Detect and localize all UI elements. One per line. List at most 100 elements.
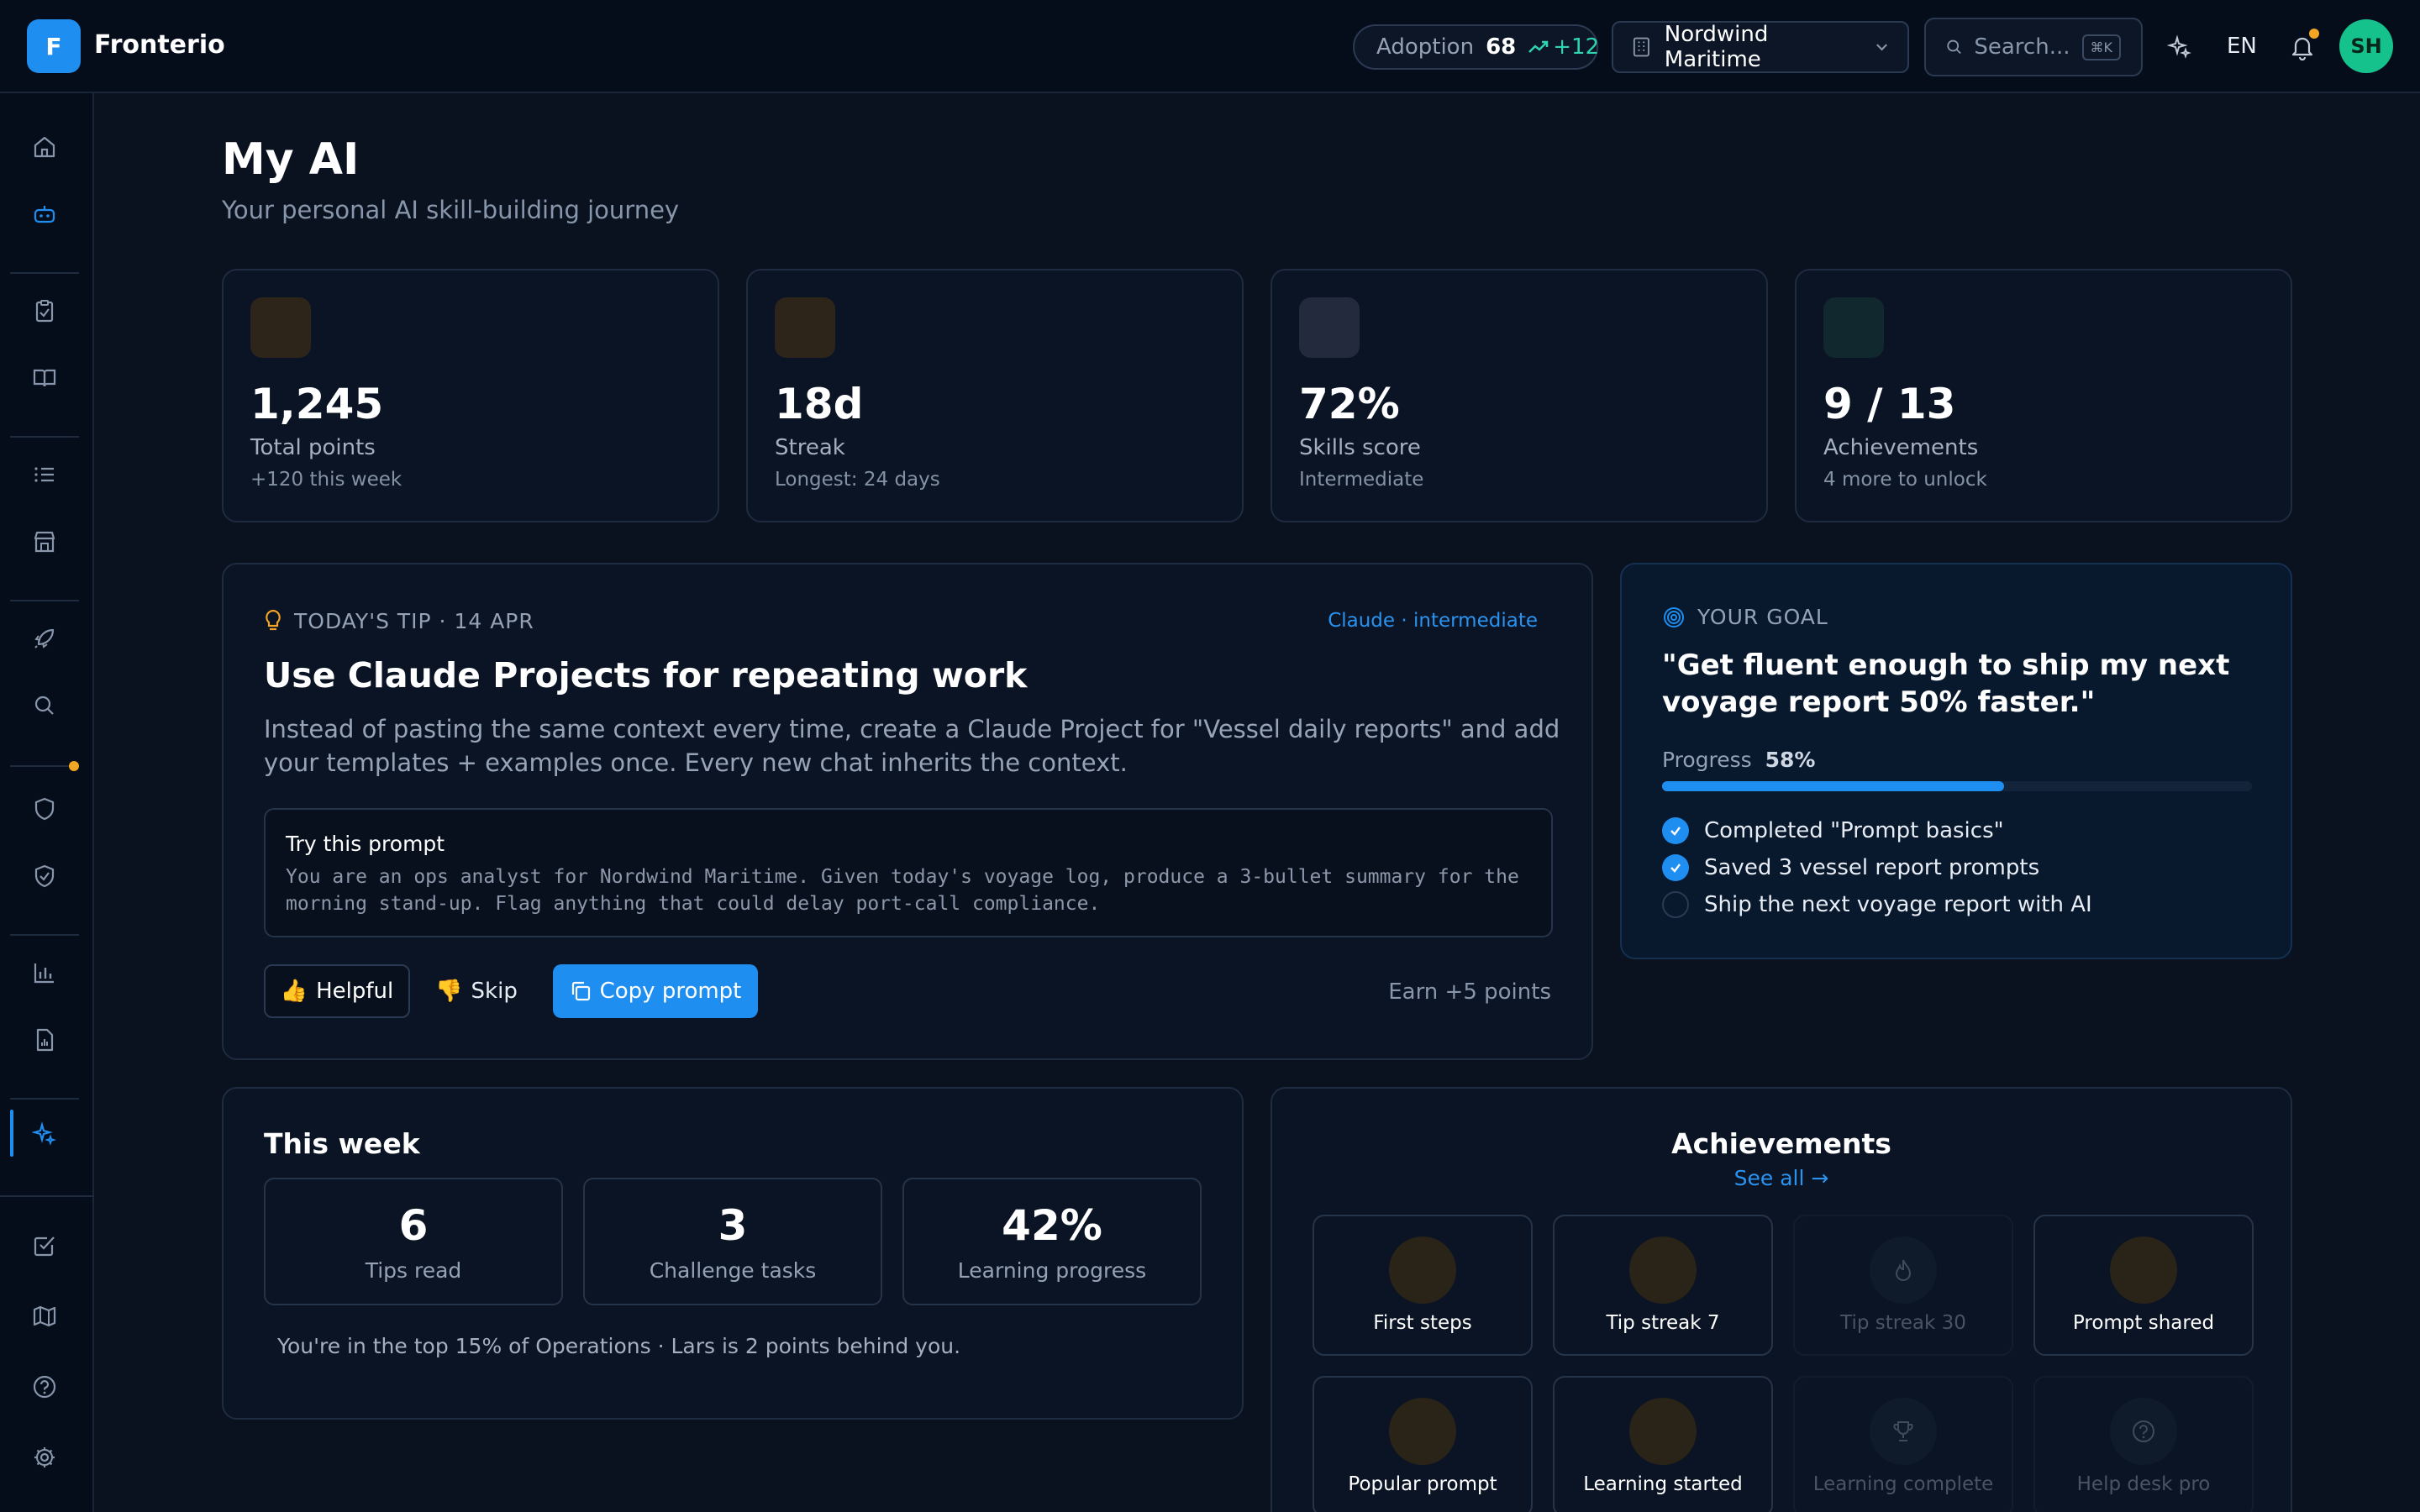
stat-sub: Intermediate	[1299, 469, 1424, 491]
thumbs-up-icon: 👍	[280, 979, 308, 1004]
sidebar-item-my-ai[interactable]	[28, 197, 61, 231]
stat-label: Skills score	[1299, 435, 1421, 460]
helpful-button[interactable]: 👍 Helpful	[264, 964, 410, 1018]
check-circle-icon	[1662, 817, 1689, 844]
see-all-link[interactable]: See all →	[1272, 1166, 2291, 1190]
tip-header: TODAY'S TIP · 14 APR	[264, 608, 534, 633]
sidebar-item-home[interactable]	[28, 130, 61, 164]
tip-description: Instead of pasting the same context ever…	[264, 715, 1560, 777]
trophy-icon	[1823, 297, 1884, 358]
achievements-card: Achievements See all → First steps Tip s…	[1270, 1087, 2292, 1512]
stat-card-skills: 72% Skills score Intermediate	[1270, 269, 1768, 522]
stat-label: Achievements	[1823, 435, 1979, 460]
page-title: My AI	[222, 134, 360, 185]
copy-prompt-button[interactable]: Copy prompt	[553, 964, 758, 1018]
achievement-badge[interactable]: Prompt shared	[2033, 1215, 2254, 1356]
page-subtitle: Your personal AI skill-building journey	[222, 196, 680, 224]
flame-icon	[1870, 1236, 1937, 1304]
achievement-badge-locked[interactable]: Tip streak 30	[1793, 1215, 2013, 1356]
sidebar-item-security[interactable]	[28, 792, 61, 826]
leaderboard-note: You're in the top 15% of Operations · La…	[277, 1334, 961, 1358]
achievement-badge[interactable]: Popular prompt	[1313, 1376, 1533, 1512]
language-switch[interactable]: EN	[2227, 34, 2257, 59]
skip-label: Skip	[471, 979, 518, 1004]
adoption-label: Adoption	[1376, 34, 1475, 60]
adoption-pill[interactable]: Adoption 68 +12	[1353, 24, 1599, 70]
avatar[interactable]: SH	[2339, 19, 2393, 73]
points-icon	[250, 297, 311, 358]
progress-value: 58%	[1765, 748, 1816, 772]
badge-label: First steps	[1373, 1312, 1472, 1334]
badge-icon	[1389, 1398, 1456, 1465]
list-icon	[34, 467, 54, 482]
stat-value: 18d	[775, 380, 864, 428]
sidebar-item-settings[interactable]	[28, 1441, 61, 1474]
ai-sparkle-button[interactable]	[2163, 30, 2196, 64]
stat-sub: +120 this week	[250, 469, 402, 491]
adoption-value: 68	[1486, 34, 1517, 60]
sidebar-item-map[interactable]	[28, 1299, 61, 1333]
map-icon	[33, 1305, 56, 1327]
sidebar-item-store[interactable]	[28, 525, 61, 559]
sidebar-item-analytics[interactable]	[28, 956, 61, 990]
check-circle-icon	[1662, 854, 1689, 881]
building-icon	[1633, 37, 1649, 57]
achievement-badge-locked[interactable]: Learning complete	[1793, 1376, 2013, 1512]
sidebar-divider	[10, 1098, 79, 1100]
trophy-icon	[1870, 1398, 1937, 1465]
sidebar-divider	[10, 272, 79, 274]
org-selector[interactable]: Nordwind Maritime	[1612, 21, 1909, 73]
file-chart-icon	[36, 1028, 54, 1052]
help-circle-icon	[2110, 1398, 2177, 1465]
search-icon	[1947, 39, 1961, 55]
sidebar-item-search[interactable]	[28, 689, 61, 722]
week-stat: 6 Tips read	[264, 1178, 563, 1305]
achievement-badge[interactable]: First steps	[1313, 1215, 1533, 1356]
week-stat-label: Challenge tasks	[649, 1258, 817, 1283]
sidebar-item-reports[interactable]	[28, 1023, 61, 1057]
sidebar-item-launch[interactable]	[28, 622, 61, 655]
week-stat: 42% Learning progress	[902, 1178, 1202, 1305]
clipboard-check-icon	[35, 300, 54, 323]
sidebar-item-compliance[interactable]	[28, 859, 61, 893]
tip-card: TODAY'S TIP · 14 APR Claude · intermedia…	[222, 563, 1593, 1060]
skip-button[interactable]: 👎 Skip	[430, 964, 523, 1018]
sidebar-item-list[interactable]	[28, 458, 61, 491]
stat-value: 72%	[1299, 380, 1400, 428]
sidebar-item-help[interactable]	[28, 1370, 61, 1404]
progress-label: Progress 58%	[1662, 748, 1815, 772]
stat-label: Streak	[775, 435, 845, 460]
sidebar-divider	[10, 436, 79, 438]
search-placeholder: Search...	[1974, 34, 2070, 60]
progress-bar	[1662, 781, 2252, 791]
org-name: Nordwind Maritime	[1664, 22, 1769, 72]
prompt-text[interactable]: You are an ops analyst for Nordwind Mari…	[286, 864, 1546, 917]
sidebar-item-checklist[interactable]	[28, 1229, 61, 1263]
brand-logo[interactable]: F	[27, 19, 81, 73]
sidebar-alert-dot	[69, 761, 79, 771]
badge-label: Popular prompt	[1348, 1473, 1497, 1495]
book-icon	[33, 369, 56, 387]
sidebar-item-ai-skills[interactable]	[28, 1117, 61, 1151]
week-stat-value: 3	[718, 1201, 748, 1250]
rocket-icon	[34, 628, 55, 648]
achievement-badge-locked[interactable]: Help desk pro	[2033, 1376, 2254, 1512]
achievement-badge[interactable]: Learning started	[1553, 1376, 1773, 1512]
badge-icon	[1629, 1236, 1697, 1304]
sidebar-active-indicator	[10, 1110, 13, 1157]
sidebar-item-library[interactable]	[28, 361, 61, 395]
goal-item: Saved 3 vessel report prompts	[1662, 853, 2039, 882]
gear-icon	[34, 1447, 55, 1467]
sidebar-item-tasks[interactable]	[28, 294, 61, 328]
week-stat-label: Tips read	[365, 1258, 462, 1283]
search-box[interactable]: Search... ⌘K	[1924, 18, 2143, 76]
week-stat-label: Learning progress	[957, 1258, 1147, 1283]
brand-name[interactable]: Fronterio	[94, 30, 225, 60]
tip-tag[interactable]: Claude · intermediate	[1328, 610, 1538, 632]
goal-item: Ship the next voyage report with AI	[1662, 890, 2092, 919]
stat-value: 1,245	[250, 380, 384, 428]
sidebar	[0, 93, 94, 1512]
achievement-badge[interactable]: Tip streak 7	[1553, 1215, 1773, 1356]
badge-label: Prompt shared	[2072, 1312, 2215, 1334]
search-shortcut: ⌘K	[2081, 34, 2121, 60]
